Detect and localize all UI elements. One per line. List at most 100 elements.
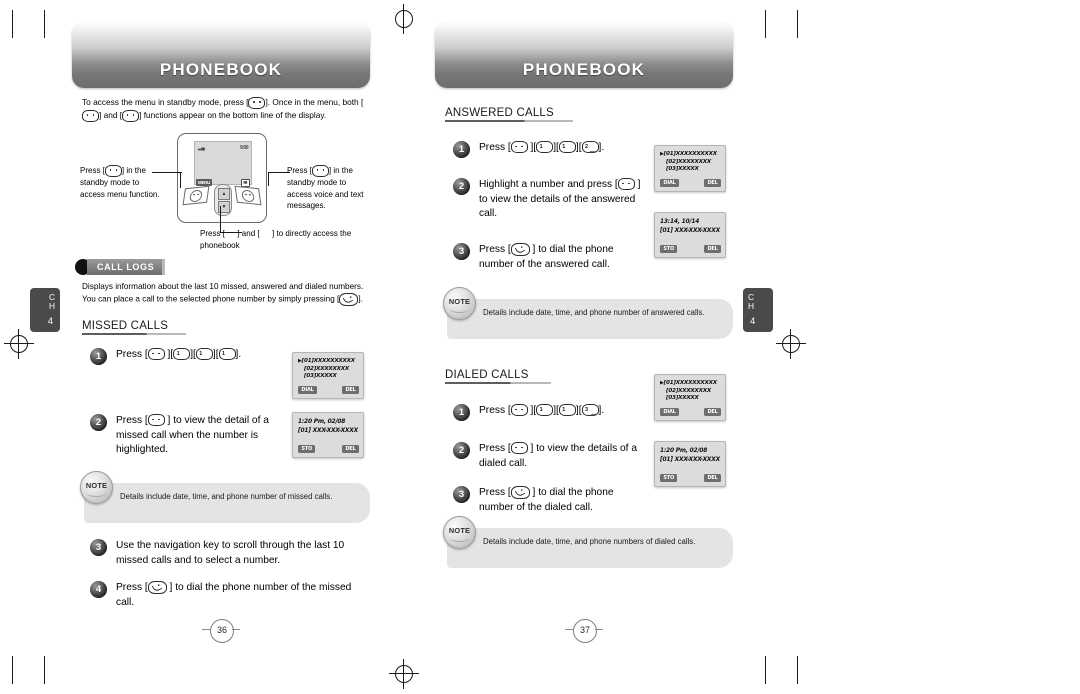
chapter-tab-right: C H 4 [743, 288, 773, 332]
phone-illustration: ▂▄ 9:00 MENU ✉ ▲ ▼ [177, 133, 267, 233]
step-row: 1 Press [ ][1 ‧][1 ‧][3 def]. [453, 404, 653, 421]
note-badge-label: NOTE [448, 526, 471, 535]
softkey-sto: STO [298, 445, 316, 454]
menu-key-icon [510, 404, 528, 417]
lcd-softkey-row: DIAL DEL [298, 385, 359, 395]
crop-mark [44, 10, 45, 38]
step-row: 1 Press [ ][1 ‧][1 ‧][1 ‧]. [90, 348, 290, 365]
left-softkey-button [182, 185, 210, 206]
crop-mark [765, 656, 766, 684]
key-1-icon: 1 ‧ [558, 141, 576, 154]
step-number: 2 [90, 414, 107, 431]
step-number: 2 [453, 442, 470, 459]
chapter-letter-h: H [748, 301, 755, 311]
lcd-line: [01] XXX-XXX-XXXX [660, 228, 720, 234]
step-text: Highlight a number and press [ ] to view… [479, 178, 641, 219]
menu-key-icon [104, 165, 122, 177]
menu-key-icon [147, 414, 165, 427]
lcd-line: [02]XXXXXXXX [304, 365, 349, 372]
softkey-sto: STO [660, 245, 678, 254]
left-page: PHONEBOOK To access the menu in standby … [72, 0, 372, 694]
send-key-icon [339, 293, 359, 306]
page-title: PHONEBOOK [522, 60, 646, 79]
step-text: Press [ ][1 ‧][1 ‧][3 def]. [479, 404, 605, 417]
crop-mark [765, 10, 766, 38]
right-page: PHONEBOOK ANSWERED CALLS 1 Press [ ][1 ‧]… [435, 0, 735, 694]
right-softkey-button [234, 185, 262, 206]
note-text: Details include date, time, and phone nu… [120, 492, 333, 501]
lcd-missed-list: [01]XXXXXXXXXX [02]XXXXXXXX [03]XXXXX DI… [292, 352, 364, 400]
crop-mark [12, 656, 13, 684]
lcd-line: [01] XXX-XXX-XXXX [298, 428, 358, 434]
lcd-line: [01]XXXXXXXXXX [660, 380, 721, 388]
step-row: 3 Use the navigation key to scroll throu… [90, 539, 370, 568]
crop-mark [12, 10, 13, 38]
menu-key-icon [510, 141, 528, 154]
lcd-softkey-row: STO DEL [298, 445, 359, 454]
step-row: 2 Highlight a number and press [ ] to vi… [453, 178, 643, 222]
key-1-icon: 1 ‧ [218, 348, 236, 361]
menu-key-icon [147, 348, 165, 361]
lcd-line: [01] XXX-XXX-XXXX [660, 457, 720, 463]
leader-line [180, 172, 181, 188]
lcd-line: [01]XXXXXXXXXX [298, 358, 359, 366]
menu-key-icon [617, 178, 635, 191]
callout-navigation-key: Press [ ] and [ ] to directly access the… [200, 229, 352, 250]
page-tick [232, 629, 240, 630]
navigation-pad: ▲ ▼ [214, 184, 232, 216]
step-number: 1 [90, 348, 107, 365]
lcd-softkey-row: STO DEL [660, 474, 721, 483]
menu-key-icon [311, 165, 329, 177]
step-row: 1 Press [ ][1 ‧][1 ‧][2 abc]. [453, 141, 653, 158]
missed-calls-heading: MISSED CALLS [82, 320, 186, 335]
step-text: Press [ ] to dial the phone number of th… [479, 486, 614, 513]
chapter-number: 4 [47, 316, 53, 327]
note-badge-icon: NOTE [443, 516, 476, 549]
lcd-line: 1:20 Pm, 02/08 [660, 448, 708, 454]
step-text: Press [ ] to view the details of a diale… [479, 442, 637, 469]
step-text: Press [ ][1 ‧][1 ‧][2 abc]. [479, 141, 605, 154]
leader-line [268, 172, 269, 186]
phone-body: ▂▄ 9:00 MENU ✉ ▲ ▼ [177, 133, 267, 223]
softkey-dial: DIAL [660, 407, 680, 417]
step-row: 3 Press [ ] to dial the phone number of … [453, 243, 643, 272]
crop-mark [797, 656, 798, 684]
dialed-calls-heading: DIALED CALLS [445, 369, 551, 384]
softkey-dial: DIAL [660, 178, 680, 188]
lcd-softkey-row: DIAL DEL [660, 178, 721, 188]
lcd-line: 1:20 Pm, 02/08 [298, 419, 346, 425]
lcd-line: [02]XXXXXXXX [666, 387, 711, 394]
page-header-banner: PHONEBOOK [435, 22, 733, 88]
lcd-line: [02]XXXXXXXX [666, 158, 711, 165]
step-text: Press [ ] to view the detail of a missed… [116, 414, 269, 455]
lcd-dialed-list: [01]XXXXXXXXXX [02]XXXXXXXX [03]XXXXX DI… [654, 374, 726, 422]
step-number: 3 [453, 486, 470, 503]
softkey-sto: STO [660, 474, 678, 483]
lcd-line: 13:14, 10/14 [660, 219, 700, 225]
lcd-clock: 9:00 [239, 145, 249, 151]
lcd-answered-list: [01]XXXXXXXXXX [02]XXXXXXXX [03]XXXXX DI… [654, 145, 726, 193]
nav-up-key: ▲ [218, 188, 230, 200]
page-tick [202, 629, 210, 630]
step-number: 4 [90, 581, 107, 598]
step-number: 3 [90, 539, 107, 556]
lcd-softkey-row: STO DEL [660, 245, 721, 254]
softkey-del: DEL [704, 407, 721, 417]
step-text: Press [ ] to dial the phone number of th… [116, 581, 352, 608]
menu-key-icon [510, 442, 528, 455]
step-number: 2 [453, 178, 470, 195]
call-logs-label: CALL LOGS [87, 259, 166, 275]
chapter-tab-letters: C H [49, 293, 55, 311]
menu-key-icon [241, 188, 255, 203]
step-row: 2 Press [ ] to view the detail of a miss… [90, 414, 286, 458]
note-text: Details include date, time, and phone nu… [483, 537, 696, 546]
softkey-del: DEL [704, 245, 721, 254]
step-row: 3 Press [ ] to dial the phone number of … [453, 486, 643, 515]
softkey-dial: DIAL [298, 385, 318, 395]
softkey-menu-label: MENU [196, 179, 213, 186]
page-header-banner: PHONEBOOK [72, 22, 370, 88]
note-dialed-calls: NOTE Details include date, time, and pho… [443, 516, 733, 568]
step-text: Press [ ][1 ‧][1 ‧][1 ‧]. [116, 348, 242, 361]
lcd-softkey-row: DIAL DEL [660, 407, 721, 417]
note-text: Details include date, time, and phone nu… [483, 308, 705, 317]
